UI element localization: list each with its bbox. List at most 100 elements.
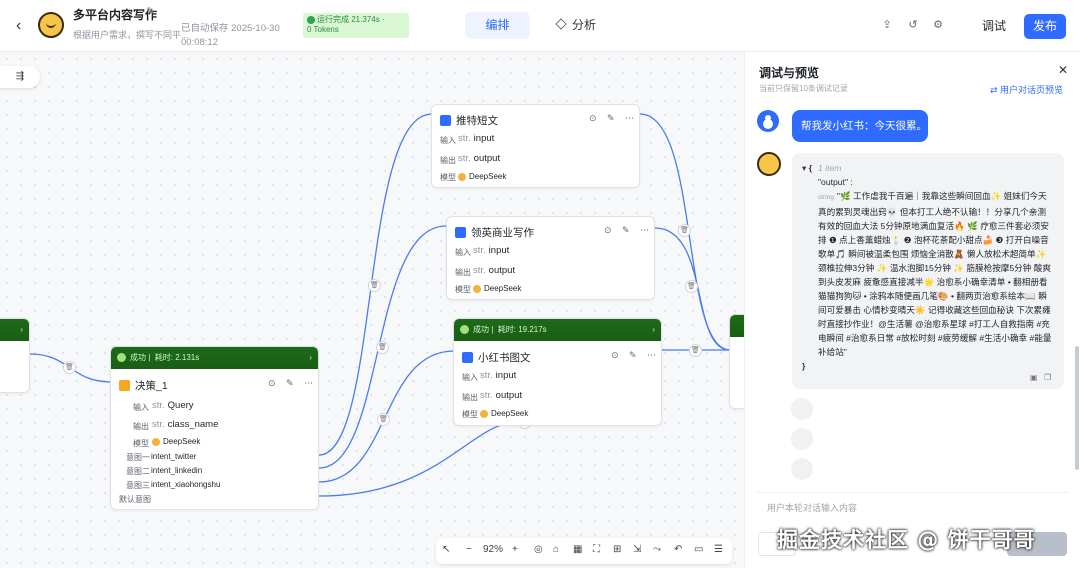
model-value: DeepSeek (152, 437, 200, 446)
llm-icon (455, 227, 466, 238)
input-label: 输入 (455, 248, 471, 257)
tab-edit[interactable]: 编排 (465, 12, 530, 39)
llm-icon (440, 115, 451, 126)
model-value: DeepSeek (480, 409, 528, 418)
panel-subtitle: 当前只保留10条调试记录 (759, 84, 848, 93)
app-description: 根据用户需求，撰写不同平... (73, 30, 189, 40)
node-title: 推特短文 (456, 115, 498, 127)
tab-analysis[interactable]: 分析 (555, 12, 597, 39)
start-node-header: › (0, 319, 29, 341)
output-label: 输出 (455, 268, 471, 277)
align-icon[interactable]: ⇲ (633, 544, 641, 555)
debug-button[interactable]: 调试 (974, 14, 1014, 38)
model-label: 模型 (455, 285, 471, 294)
autosave-status: 已自动保存 2025-10-30 00:08:12 (181, 22, 291, 50)
end-node[interactable] (729, 314, 744, 409)
output-label: 输出 (440, 156, 456, 165)
success-check-icon (117, 353, 126, 363)
start-node[interactable]: › (0, 318, 30, 393)
copy-icon[interactable]: ❐ (1044, 371, 1051, 385)
cube-icon (555, 18, 567, 30)
preview-link[interactable]: ⇄ 用户对话页预览 (990, 83, 1063, 96)
intent-value: intent_linkedin (151, 466, 203, 475)
model-value: DeepSeek (473, 284, 521, 293)
intent-label: 意图一 (126, 453, 150, 462)
run-tokens: 0 Tokens (307, 25, 339, 34)
zoom-in-icon[interactable]: + (512, 544, 518, 555)
undo-icon[interactable]: ↶ (674, 544, 682, 555)
json-value: string "🌿 工作虐我千百遍｜我靠这些瞬间回血✨ 姐妹们今天真的累到灵魂出窍… (818, 191, 1052, 357)
node-status-bar: 成功 | 耗时: 2.131s › (111, 347, 318, 369)
json-key: "output" : (818, 177, 853, 187)
chat-input[interactable]: 用户本轮对话输入内容 (757, 492, 1069, 522)
input-label: 输入 (462, 373, 478, 382)
output-value: str. output (458, 153, 501, 164)
deepseek-icon (458, 172, 466, 181)
delete-edge-icon[interactable]: 🗑 (368, 279, 381, 292)
delete-edge-icon[interactable]: 🗑 (377, 413, 390, 426)
autosave-date: 已自动保存 2025-10-30 (181, 23, 280, 34)
pointer-icon[interactable]: ↖ (442, 544, 450, 555)
node-title: 小红书图文 (478, 352, 531, 364)
json-root[interactable]: ▾ {1 item (802, 161, 1054, 175)
xiaohongshu-node[interactable]: 成功 | 耗时: 19.217s › 小红书图文 ⊙ ✎ ⋯ 输入 str. inp… (453, 318, 662, 426)
history-icon[interactable]: ↺ (906, 18, 920, 32)
llm-icon (462, 352, 473, 363)
twitter-node[interactable]: 推特短文 ⊙ ✎ ⋯ 输入 str. input 输出 str. output 模型… (431, 104, 640, 188)
deepseek-icon (473, 284, 481, 293)
output-value: str. output (480, 390, 523, 401)
publish-button[interactable]: 发布 (1024, 14, 1066, 39)
back-arrow-icon[interactable]: ‹ (16, 17, 34, 35)
default-intent-label: 默认意图 (119, 495, 151, 504)
input-label: 输入 (440, 136, 456, 145)
more-icon[interactable]: ☰ (714, 544, 723, 555)
delete-edge-icon[interactable]: 🗑 (685, 280, 698, 293)
zoom-level: 92% (483, 544, 504, 555)
expand-icon: ▾ { (802, 163, 813, 173)
layout-icon[interactable]: ⊞ (613, 544, 621, 555)
close-icon[interactable]: ✕ (1058, 63, 1068, 77)
grid-icon[interactable]: ▦ (573, 544, 582, 555)
zoom-out-icon[interactable]: − (466, 544, 472, 555)
node-actions[interactable]: ⊙ ✎ ⋯ (604, 225, 653, 236)
placeholder-avatar (791, 398, 813, 420)
model-value: DeepSeek (458, 172, 506, 181)
node-actions[interactable]: ⊙ ✎ ⋯ (268, 378, 317, 389)
delete-edge-icon[interactable]: 🗑 (689, 344, 702, 357)
model-label: 模型 (440, 173, 456, 182)
linkedin-node[interactable]: 领英商业写作 ⊙ ✎ ⋯ 输入 str. input 输出 str. output … (446, 216, 655, 300)
target-icon[interactable]: ◎ (534, 544, 543, 555)
placeholder-avatar (791, 458, 813, 480)
swap-icon: ⇄ (990, 85, 1001, 95)
image-icon[interactable]: ▣ (1030, 371, 1038, 385)
lock-icon[interactable]: ⌂ (553, 544, 559, 555)
tab-analysis-label: 分析 (572, 18, 597, 32)
scrollbar[interactable] (1075, 346, 1079, 470)
delete-edge-icon[interactable]: 🗑 (678, 224, 691, 237)
node-actions[interactable]: ⊙ ✎ ⋯ (589, 113, 638, 124)
input-label: 输入 (133, 403, 149, 412)
gear-icon[interactable]: ⚙ (931, 18, 945, 32)
node-status-bar: 成功 | 耗时: 19.217s › (454, 319, 661, 341)
node-actions[interactable]: ⊙ ✎ ⋯ (611, 350, 660, 361)
upload-icon[interactable]: ⇪ (880, 18, 894, 32)
deepseek-icon (480, 409, 488, 418)
decision-icon (119, 380, 130, 391)
comment-icon[interactable]: ▭ (694, 544, 703, 555)
fit-icon[interactable]: ⛶ (593, 544, 600, 555)
edge-default-out (318, 421, 519, 497)
edit-title-icon[interactable]: ✎ (146, 6, 154, 17)
placeholder-avatar (791, 428, 813, 450)
workflow-canvas[interactable]: ⇶ 🗑 🗑 🗑 🗑 🗑 🗑 🗑 🗑 › 推特短文 ⊙ ✎ ⋯ 输入 str.in… (0, 52, 744, 568)
model-label: 模型 (133, 439, 149, 448)
intent-value: intent_twitter (151, 452, 197, 461)
delete-edge-icon[interactable]: 🗑 (63, 361, 76, 374)
user-avatar (757, 110, 779, 132)
deepseek-icon (152, 437, 160, 446)
connect-icon[interactable]: ⤳ (653, 544, 661, 555)
bot-message: ▾ {1 item "output" : string "🌿 工作虐我千百遍｜我靠… (792, 153, 1064, 389)
autosave-time: 00:08:12 (181, 37, 218, 48)
node-title: 决策_1 (135, 380, 168, 392)
decision-node[interactable]: 成功 | 耗时: 2.131s › 决策_1 ⊙ ✎ ⋯ 输入 str. Query… (110, 346, 319, 510)
delete-edge-icon[interactable]: 🗑 (376, 341, 389, 354)
